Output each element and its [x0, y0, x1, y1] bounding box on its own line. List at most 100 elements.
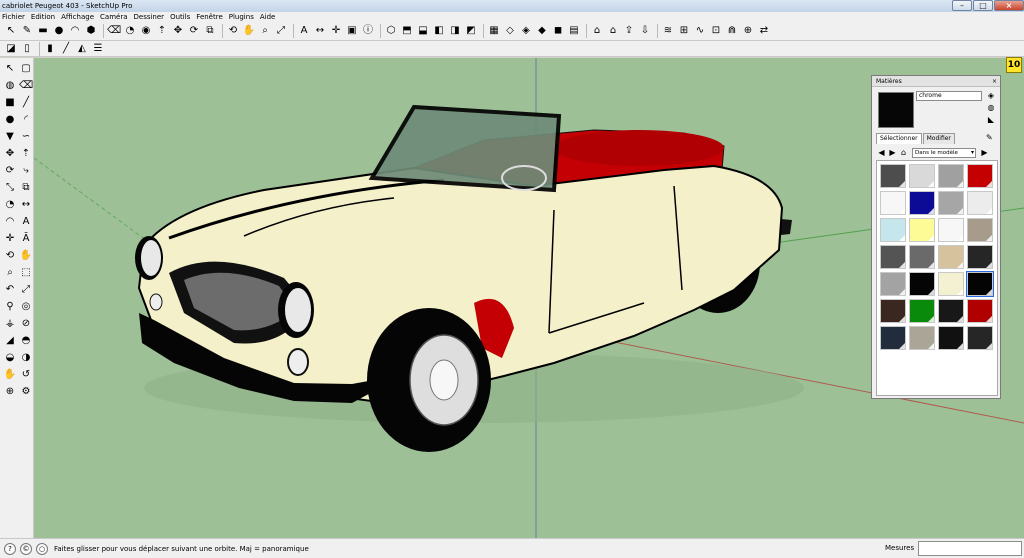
iso-view-icon[interactable]: ⬡ [384, 24, 398, 38]
followme-icon[interactable]: ⤷ [19, 164, 33, 178]
menu-file[interactable]: Fichier [2, 13, 25, 21]
3dtext-icon[interactable]: Ā [19, 232, 33, 246]
create-material-icon[interactable]: ◈ [986, 91, 996, 101]
details-icon[interactable]: ▶ [979, 148, 990, 157]
credits-icon[interactable]: © [20, 542, 32, 555]
scale-badge[interactable]: 10 [1006, 57, 1022, 73]
lock-icon[interactable]: ⊕ [3, 385, 17, 399]
layer-color-icon[interactable]: ◪ [4, 42, 18, 56]
pushpull-tool-icon[interactable]: ⇡ [19, 147, 33, 161]
material-swatch[interactable] [880, 245, 906, 269]
menu-plugins[interactable]: Plugins [229, 13, 254, 21]
polygon-icon[interactable]: ⬢ [84, 24, 98, 38]
circle-tool-icon[interactable]: ● [3, 113, 17, 127]
zoom-extents-icon[interactable]: ⤢ [274, 24, 288, 38]
text-icon[interactable]: A [297, 24, 311, 38]
erase-icon[interactable]: ⌫ [19, 79, 33, 93]
zoom-tool-icon[interactable]: ⌕ [3, 266, 17, 280]
collection-select[interactable]: Dans le modèle [912, 147, 976, 158]
menu-draw[interactable]: Dessiner [134, 13, 165, 21]
right-view-icon[interactable]: ◧ [432, 24, 446, 38]
eyedropper-icon[interactable]: ✎ [986, 133, 993, 142]
walk-icon[interactable]: ⚶ [3, 317, 17, 331]
stamp-tool-icon[interactable]: ◒ [3, 351, 17, 365]
drape-icon[interactable]: ⋒ [725, 24, 739, 38]
shaded-icon[interactable]: ◆ [535, 24, 549, 38]
shaded-texture-icon[interactable]: ◼ [551, 24, 565, 38]
display-section-icon[interactable]: ▮ [43, 42, 57, 56]
sandbox-contours-icon[interactable]: ≋ [661, 24, 675, 38]
left-view-icon[interactable]: ◩ [464, 24, 478, 38]
drape-tool-icon[interactable]: ◑ [19, 351, 33, 365]
menu-window[interactable]: Fenêtre [196, 13, 222, 21]
line-tool-icon[interactable]: ╱ [19, 96, 33, 110]
material-swatch[interactable] [909, 164, 935, 188]
orbit-icon[interactable]: ⟲ [226, 24, 240, 38]
hand-icon[interactable]: ✋ [3, 368, 17, 382]
model-info-icon[interactable]: ⓘ [361, 24, 375, 38]
upload-icon[interactable]: ⇪ [622, 24, 636, 38]
material-swatch[interactable] [880, 218, 906, 242]
axes-icon[interactable]: ✛ [329, 24, 343, 38]
xray-icon[interactable]: ▦ [487, 24, 501, 38]
dimension-tool-icon[interactable]: ↔ [19, 198, 33, 212]
flip-tool-icon[interactable]: ↺ [19, 368, 33, 382]
rotate-tool-icon[interactable]: ⟳ [3, 164, 17, 178]
menu-view[interactable]: Affichage [61, 13, 94, 21]
pan-tool-icon[interactable]: ✋ [19, 249, 33, 263]
monochrome-icon[interactable]: ▤ [567, 24, 581, 38]
material-swatch[interactable] [967, 218, 993, 242]
paint-material-icon[interactable]: ◍ [986, 103, 996, 113]
material-swatch[interactable] [880, 191, 906, 215]
section-plane-icon[interactable]: ▯ [20, 42, 34, 56]
sandbox-icon[interactable]: ◢ [3, 334, 17, 348]
section-fill-icon[interactable]: ◭ [75, 42, 89, 56]
add-detail-icon[interactable]: ⊕ [741, 24, 755, 38]
geolocation-icon[interactable]: ? [4, 542, 16, 555]
make-component-icon[interactable]: ▢ [19, 62, 33, 76]
freehand-icon[interactable]: ∽ [19, 130, 33, 144]
tab-edit[interactable]: Modifier [922, 133, 955, 144]
maximize-button[interactable]: □ [973, 0, 993, 11]
tape-measure-icon[interactable]: ◔ [123, 24, 137, 38]
stamp-icon[interactable]: ⊡ [709, 24, 723, 38]
smoove-icon[interactable]: ∿ [693, 24, 707, 38]
menu-help[interactable]: Aide [260, 13, 275, 21]
material-swatch[interactable] [967, 245, 993, 269]
home-icon[interactable]: ⌂ [898, 148, 909, 157]
menu-tools[interactable]: Outils [170, 13, 190, 21]
material-swatch[interactable] [880, 272, 906, 296]
pan-icon[interactable]: ✋ [242, 24, 256, 38]
rectangle-tool-icon[interactable]: ■ [3, 96, 17, 110]
protractor-icon[interactable]: ◠ [3, 215, 17, 229]
menu-camera[interactable]: Caméra [100, 13, 127, 21]
move-tool-icon[interactable]: ✥ [3, 147, 17, 161]
default-material-icon[interactable]: ◣ [986, 115, 996, 125]
material-swatch[interactable] [938, 272, 964, 296]
material-swatch[interactable] [938, 218, 964, 242]
material-swatch[interactable] [938, 191, 964, 215]
menu-edit[interactable]: Edition [31, 13, 55, 21]
minimize-button[interactable]: – [952, 0, 972, 11]
material-swatch[interactable] [938, 245, 964, 269]
materials-close-icon[interactable]: × [992, 76, 997, 87]
scale-tool-icon[interactable]: ⤡ [3, 181, 17, 195]
zoom-extents-tool-icon[interactable]: ⤢ [19, 283, 33, 297]
arc-tool-icon[interactable]: ◜ [19, 113, 33, 127]
select-arrow-icon[interactable]: ↖ [4, 24, 18, 38]
paint-bucket-icon[interactable]: ◉ [139, 24, 153, 38]
material-swatch[interactable] [909, 218, 935, 242]
material-swatch[interactable] [967, 191, 993, 215]
offset-icon[interactable]: ⧉ [203, 24, 217, 38]
material-swatch[interactable] [909, 299, 935, 323]
flip-edge-icon[interactable]: ⇄ [757, 24, 771, 38]
material-name-field[interactable]: chrome [916, 91, 982, 101]
tape-tool-icon[interactable]: ◔ [3, 198, 17, 212]
orbit-tool-icon[interactable]: ⟲ [3, 249, 17, 263]
layer-manager-icon[interactable]: ☰ [91, 42, 105, 56]
paint-icon[interactable]: ◍ [3, 79, 17, 93]
back-view-icon[interactable]: ◨ [448, 24, 462, 38]
wireframe-icon[interactable]: ◇ [503, 24, 517, 38]
offset-tool-icon[interactable]: ⧉ [19, 181, 33, 195]
dimension-icon[interactable]: ↔ [313, 24, 327, 38]
